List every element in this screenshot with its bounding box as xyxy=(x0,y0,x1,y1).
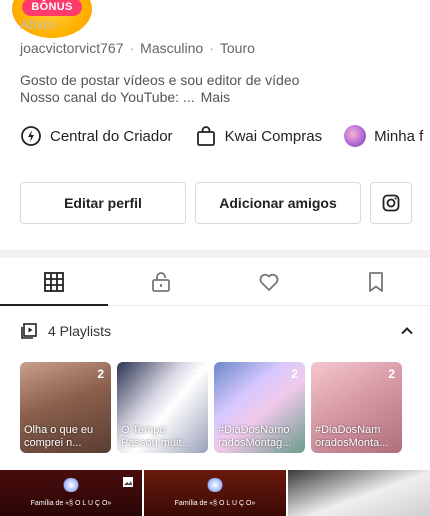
tab-grid[interactable] xyxy=(0,258,108,306)
my-profile-link[interactable]: Minha f xyxy=(344,125,423,147)
playlist-card[interactable]: 2 Olha o que eu comprei n... xyxy=(20,362,111,453)
video-grid: Família de «§ O L U Ç O» Família de «§ O… xyxy=(0,470,430,516)
profile-bio: Gosto de postar vídeos e sou editor de v… xyxy=(20,72,299,106)
kwai-shopping-link[interactable]: Kwai Compras xyxy=(195,125,323,147)
creator-center-label: Central do Criador xyxy=(50,127,173,145)
playlist-caption: #DiaDosNamo radosMontag... xyxy=(218,424,292,449)
playlists-header[interactable]: 4 Playlists xyxy=(20,322,415,340)
multi-image-icon xyxy=(123,477,133,487)
kwai-shopping-label: Kwai Compras xyxy=(224,127,323,145)
chevron-right-icon: › xyxy=(53,16,58,32)
video-thumbnail[interactable]: Família de «§ O L U Ç O» xyxy=(0,470,142,516)
separator-dot: · xyxy=(129,40,135,56)
video-thumbnail[interactable] xyxy=(288,470,430,516)
playlists-row: 2 Olha o que eu comprei n... 3 O Tempo P… xyxy=(20,362,402,453)
edit-profile-button[interactable]: Editar perfil xyxy=(20,182,186,224)
video-thumbnail[interactable]: Família de «§ O L U Ç O» xyxy=(144,470,286,516)
bookmark-icon xyxy=(369,271,384,292)
chevron-up-icon[interactable] xyxy=(399,323,415,339)
logo-image xyxy=(206,478,224,492)
tab-private[interactable] xyxy=(108,258,216,305)
content-tabs xyxy=(0,258,430,306)
playlist-count: 2 xyxy=(291,367,298,381)
bio-line-2: Nosso canal do YouTube: ... Mais xyxy=(20,89,299,106)
bio-more-link[interactable]: Mais xyxy=(201,89,231,105)
instagram-button[interactable] xyxy=(370,182,412,224)
video-caption: Família de «§ O L U Ç O» xyxy=(30,500,112,507)
playlist-count: 2 xyxy=(388,367,395,381)
tab-saved[interactable] xyxy=(323,258,430,305)
my-profile-label: Minha f xyxy=(374,127,424,145)
playlist-caption: #DiaDosNam oradosMonta... xyxy=(315,424,389,449)
lock-icon xyxy=(152,271,171,292)
playlist-card[interactable]: 3 O Tempo Passou muit... xyxy=(117,362,208,453)
profile-meta: joacvictorvict767 · Masculino · Touro xyxy=(20,40,255,56)
status-text: Ativo xyxy=(20,16,52,32)
zodiac-sign: Touro xyxy=(219,40,255,56)
playlist-card[interactable]: 2 #DiaDosNamo radosMontag... xyxy=(214,362,305,453)
instagram-icon xyxy=(382,194,400,212)
avatar xyxy=(344,125,367,147)
username: joacvictorvict767 xyxy=(20,40,124,56)
status-row[interactable]: Ativo › xyxy=(20,16,58,32)
playlist-count: 3 xyxy=(194,367,201,381)
profile-links: Central do Criador Kwai Compras Minha f xyxy=(20,125,423,147)
separator-dot: · xyxy=(209,40,214,56)
video-caption: Família de «§ O L U Ç O» xyxy=(174,500,256,507)
playlists-count-label: 4 Playlists xyxy=(48,323,112,339)
gender: Masculino xyxy=(140,40,204,56)
bio-line-2-text: Nosso canal do YouTube: ... xyxy=(20,89,195,105)
logo-image xyxy=(62,478,80,492)
playlist-count: 2 xyxy=(97,367,104,381)
creator-center-link[interactable]: Central do Criador xyxy=(20,125,173,147)
lightning-icon xyxy=(21,126,41,146)
bio-line-1: Gosto de postar vídeos e sou editor de v… xyxy=(20,72,300,88)
add-friends-button[interactable]: Adicionar amigos xyxy=(195,182,361,224)
profile-actions: Editar perfil Adicionar amigos xyxy=(20,182,412,224)
playlist-caption: O Tempo Passou muit... xyxy=(121,424,191,449)
heart-icon xyxy=(259,273,279,291)
grid-icon xyxy=(43,271,64,292)
playlist-card[interactable]: 2 #DiaDosNam oradosMonta... xyxy=(311,362,402,453)
bonus-label[interactable]: BÔNUS xyxy=(22,0,82,16)
playlist-caption: Olha o que eu comprei n... xyxy=(24,424,94,449)
section-divider xyxy=(0,250,430,258)
shopping-bag-icon xyxy=(196,126,215,146)
tab-likes[interactable] xyxy=(215,258,323,305)
playlist-icon xyxy=(21,323,37,339)
